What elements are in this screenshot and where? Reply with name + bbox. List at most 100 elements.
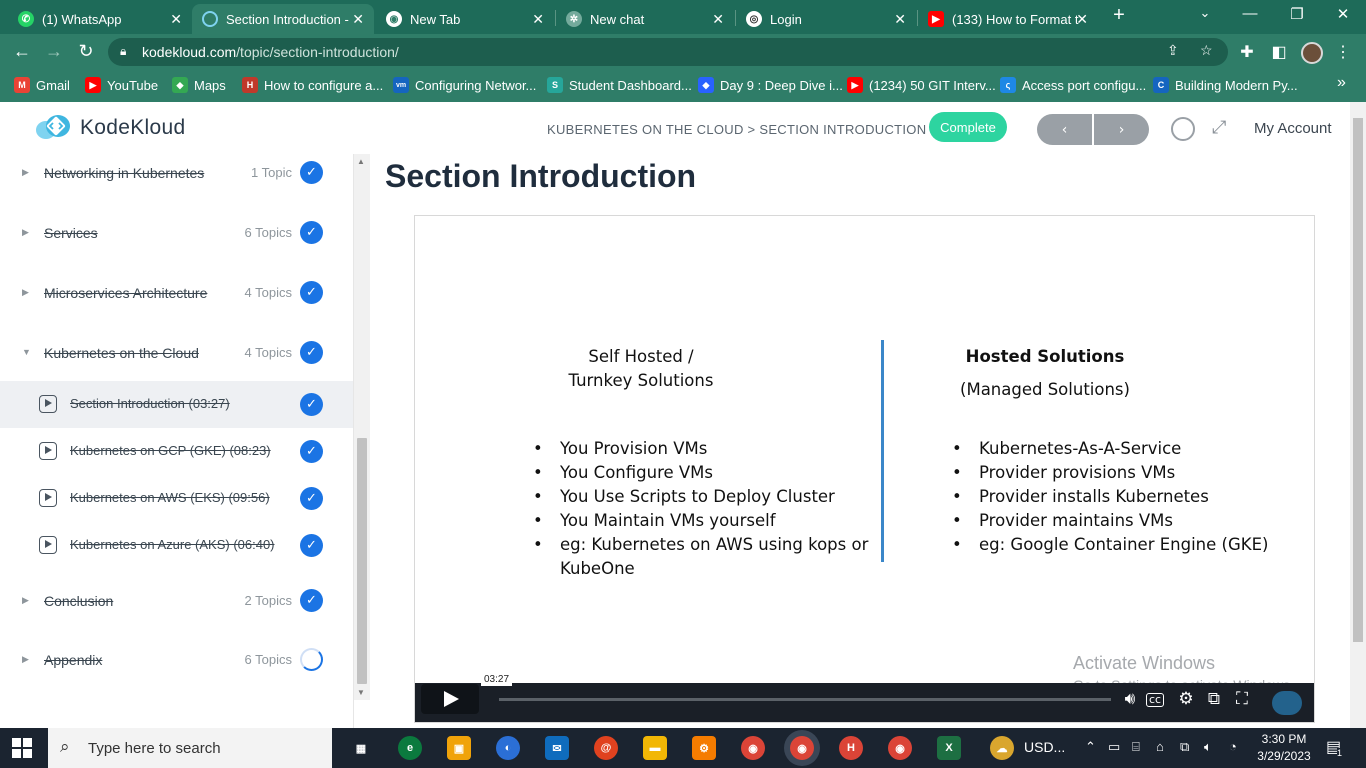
file-explorer-icon[interactable]: ▬ [643,736,667,760]
section-topic-count: 6 Topics [244,225,292,240]
lesson-kubernetes-on-aws[interactable]: Kubernetes on AWS (EKS) (09:56) ✓ [0,475,353,522]
side-panel-icon[interactable]: ◧ [1268,42,1290,62]
close-icon[interactable]: ✕ [712,11,724,28]
restore-button[interactable]: ❐ [1285,5,1309,23]
app-icon[interactable]: @ [594,736,618,760]
bookmark-label: Access port configu... [1022,77,1147,93]
share-icon[interactable]: ⇪ [1167,42,1179,59]
close-icon[interactable]: ✕ [532,11,544,28]
extensions-puzzle-icon[interactable]: ✚ [1236,42,1258,62]
next-lesson-button[interactable]: › [1094,114,1149,145]
app-icon[interactable]: ◐ [496,736,520,760]
task-view-icon[interactable]: ▦ [349,736,373,760]
section-appendix[interactable]: ▶ Appendix 6 Topics [0,629,353,689]
taskbar-search-box[interactable]: ⌕ Type here to search [48,728,332,768]
tab-whatsapp[interactable]: ✆ (1) WhatsApp ✕ [8,4,192,34]
chrome-profile-icon[interactable]: H [839,736,863,760]
chrome-profile-active-icon[interactable]: ◉ [790,736,814,760]
complete-button[interactable]: Complete [929,112,1007,142]
show-hidden-icons-chevron-icon[interactable]: ⌃ [1085,739,1096,755]
settings-gear-icon[interactable]: ⚙ [1174,689,1198,709]
chrome-icon[interactable]: ◉ [888,736,912,760]
minimize-button[interactable]: — [1238,5,1262,22]
section-topic-count: 2 Topics [244,593,292,608]
back-button[interactable]: ← [10,41,34,62]
tray-app-icon[interactable]: ⧉ [1180,739,1189,755]
bookmark-access-port[interactable]: ς Access port configu... [1000,77,1146,93]
system-clock[interactable]: 3:30 PM 3/29/2023 [1254,731,1314,765]
menu-kebab-icon[interactable]: ⋮ [1332,42,1354,62]
app-icon[interactable]: ⚙ [692,736,716,760]
scroll-down-arrow-icon[interactable]: ▼ [357,688,365,697]
profile-avatar[interactable] [1301,42,1323,64]
weather-label[interactable]: USD... [1024,739,1065,755]
excel-icon[interactable]: X [937,736,961,760]
close-icon[interactable]: ✕ [170,11,182,28]
picture-in-picture-icon[interactable]: ⧉ [1202,689,1226,709]
complete-check-icon: ✓ [300,487,323,510]
bookmark-building-modern-py[interactable]: C Building Modern Py... [1153,77,1298,93]
section-kubernetes-on-the-cloud[interactable]: ▼ Kubernetes on the Cloud 4 Topics ✓ [0,322,353,382]
my-account-link[interactable]: My Account [1254,120,1332,137]
section-conclusion[interactable]: ▶ Conclusion 2 Topics ✓ [0,570,353,630]
address-bar[interactable]: 🔒︎ kodekloud.com/topic/section-introduct… [108,38,1228,66]
tab-title: Section Introduction - [226,11,349,27]
section-microservices-architecture[interactable]: ▶ Microservices Architecture 4 Topics ✓ [0,262,353,322]
tab-new-tab[interactable]: ◉ New Tab ✕ [376,4,554,34]
network-adapter-icon[interactable]: ⌸ [1132,739,1140,755]
battery-icon[interactable]: ▭ [1108,739,1120,755]
dark-mode-toggle-icon[interactable] [1171,117,1195,141]
page-scrollbar-thumb[interactable] [1353,118,1363,642]
kodekloud-logo[interactable]: KodeKloud [34,114,185,142]
captions-icon[interactable]: cc [1146,693,1164,707]
section-services[interactable]: ▶ Services 6 Topics ✓ [0,202,353,262]
mail-icon[interactable]: ✉ [545,736,569,760]
forward-button[interactable]: → [42,41,66,62]
section-networking-in-kubernetes[interactable]: ▶ Networking in Kubernetes 1 Topic ✓ [0,154,353,202]
play-button[interactable] [421,684,479,714]
edge-icon[interactable]: e [398,736,422,760]
bookmark-gmail[interactable]: M Gmail [14,77,70,93]
store-icon[interactable]: ▣ [447,736,471,760]
sidebar-scrollbar-thumb[interactable] [357,438,367,684]
bookmark-git-interview[interactable]: ▶ (1234) 50 GIT Interv... [847,77,996,93]
fullscreen-expand-icon[interactable]: ⤢ [1212,117,1226,138]
bookmark-youtube[interactable]: ▶ YouTube [85,77,158,93]
page-scrollbar[interactable] [1350,102,1366,728]
tab-new-chat[interactable]: ✲ New chat ✕ [556,4,734,34]
previous-lesson-button[interactable]: ‹ [1037,114,1092,145]
tab-search-chevron-icon[interactable]: ⌄ [1193,5,1217,21]
close-window-button[interactable]: ✕ [1331,5,1355,23]
video-progress-bar[interactable] [499,698,1111,701]
more-bookmarks-button[interactable]: » [1337,74,1346,92]
tab-login[interactable]: ◎ Login ✕ [736,4,916,34]
tray-app-icon[interactable]: ⌂ [1156,739,1164,754]
bookmark-day9-deep-dive[interactable]: ◆ Day 9 : Deep Dive i... [698,77,843,93]
reload-button[interactable]: ↻ [74,41,98,62]
volume-icon[interactable]: 🔊︎ [1118,689,1142,709]
new-tab-button[interactable]: + [1107,4,1131,27]
lesson-kubernetes-on-azure[interactable]: Kubernetes on Azure (AKS) (06:40) ✓ [0,522,353,569]
windows-start-icon[interactable] [12,738,34,758]
video-player[interactable]: Self Hosted / Turnkey Solutions You Prov… [414,215,1315,723]
close-icon[interactable]: ✕ [352,11,364,28]
bookmark-student-dashboard[interactable]: S Student Dashboard... [547,77,692,93]
sidebar-scrollbar[interactable]: ▲ ▼ [354,154,370,700]
close-icon[interactable]: ✕ [1076,11,1088,28]
weather-icon[interactable]: ☁ [990,736,1014,760]
close-icon[interactable]: ✕ [894,11,906,28]
tab-section-introduction[interactable]: Section Introduction - ✕ [192,4,374,34]
lesson-kubernetes-on-gcp[interactable]: Kubernetes on GCP (GKE) (08:23) ✓ [0,428,353,475]
wifi-icon[interactable]: ◔ [1229,739,1237,754]
chrome-icon[interactable]: ◉ [741,736,765,760]
bookmark-how-to-configure[interactable]: H How to configure a... [242,77,383,93]
slide-left-heading-line2: Turnkey Solutions [568,371,714,390]
volume-icon[interactable]: 🔈︎ [1204,739,1212,755]
bookmark-configuring-network[interactable]: vm Configuring Networ... [393,77,536,93]
bookmark-maps[interactable]: ◆ Maps [172,77,226,93]
tab-youtube-video[interactable]: ▶ (133) How to Format t ✕ [918,4,1098,34]
bookmark-star-icon[interactable]: ☆ [1200,42,1213,59]
fullscreen-icon[interactable]: ⛶ [1230,689,1254,709]
scroll-up-arrow-icon[interactable]: ▲ [357,157,365,166]
lesson-section-introduction[interactable]: Section Introduction (03:27) ✓ [0,381,353,428]
